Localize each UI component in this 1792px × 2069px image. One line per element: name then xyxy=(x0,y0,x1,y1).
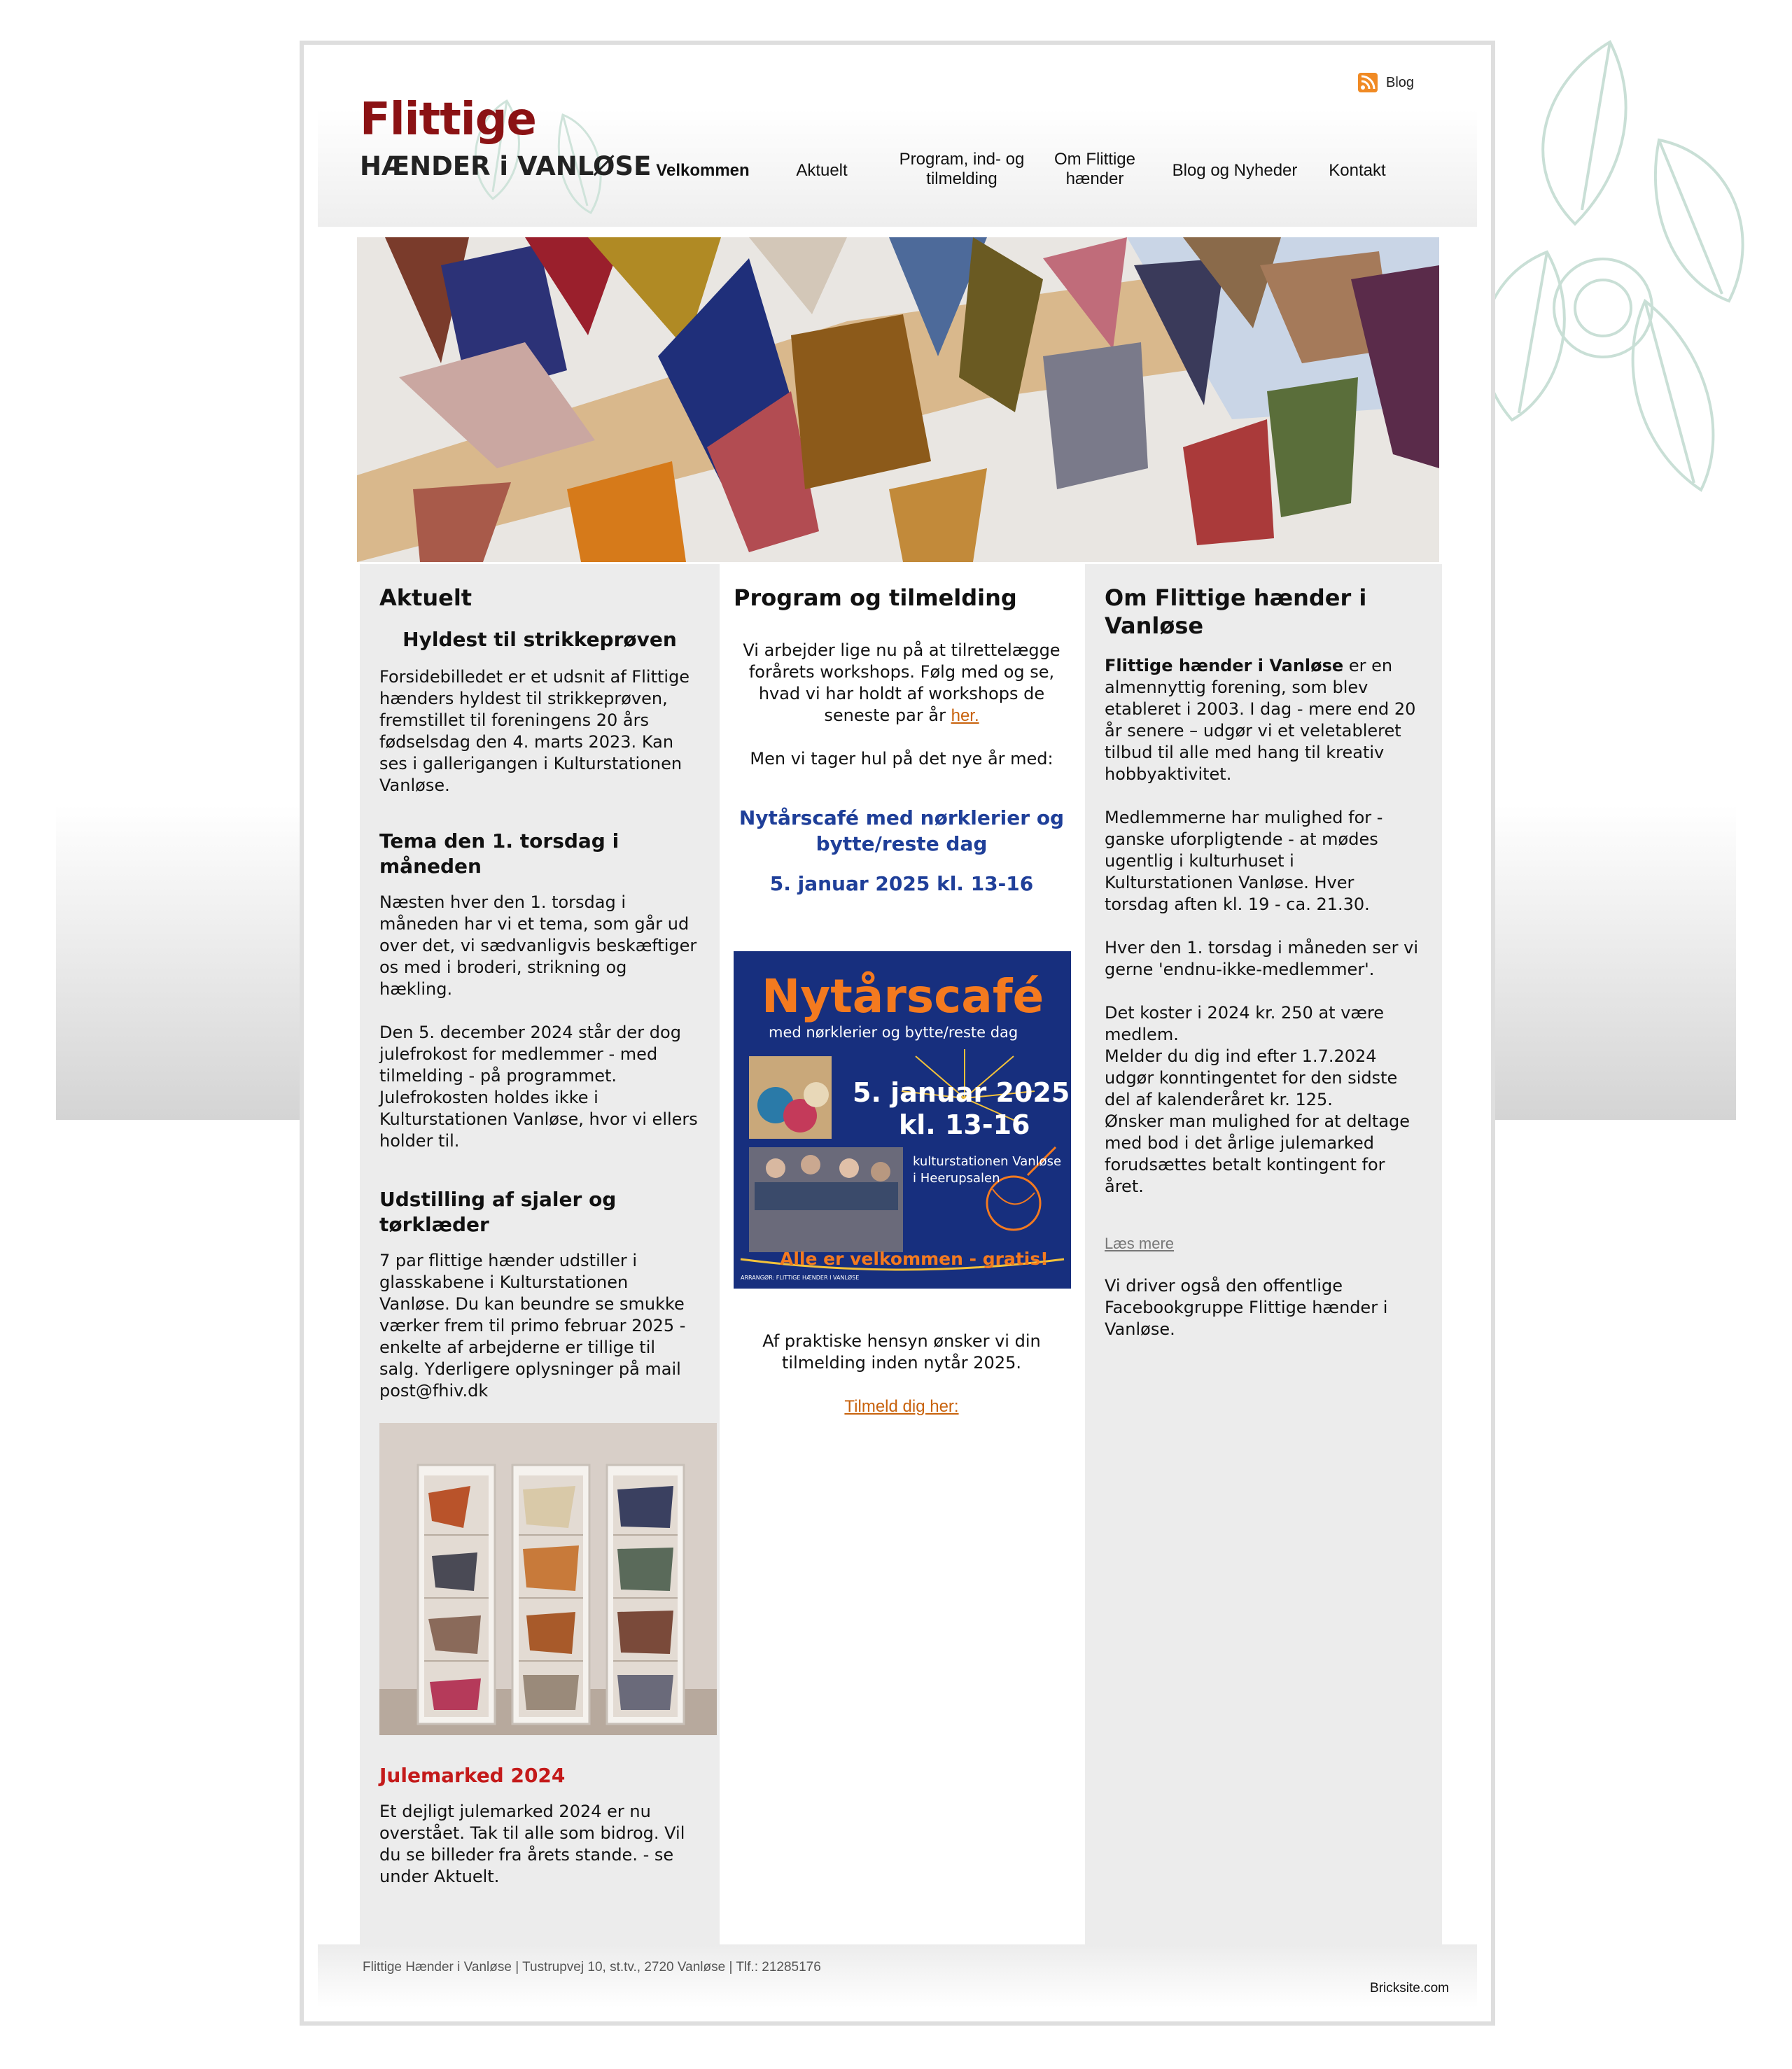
om-text-4: Det koster i 2024 kr. 250 at være medlem… xyxy=(1105,1003,1385,1044)
tema-text-1: Næsten hver den 1. torsdag i måneden har… xyxy=(379,892,697,999)
column-om: Om Flittige hænder i Vanløse Flittige hæ… xyxy=(1085,564,1442,1971)
poster-date-1: 5. januar 2025 xyxy=(853,1077,1070,1108)
page-frame: Flittige HÆNDER i VANLØSE Blog Velkommen… xyxy=(300,41,1495,2026)
header: Flittige HÆNDER i VANLØSE Blog Velkommen… xyxy=(318,59,1477,227)
nav-item-om[interactable]: Om Flittige hænder xyxy=(1046,150,1144,189)
tema-title: Tema den 1. torsdag i måneden xyxy=(379,829,620,878)
read-more-link[interactable]: Læs mere xyxy=(1105,1235,1174,1252)
om-text-6: Ønsker man mulighed for at deltage med b… xyxy=(1105,1111,1410,1196)
logo-subtitle[interactable]: HÆNDER i VANLØSE xyxy=(360,151,651,181)
blog-link-label[interactable]: Blog xyxy=(1386,75,1414,91)
julemarked-title: Julemarked 2024 xyxy=(379,1764,566,1787)
main-nav: Velkommen Aktuelt Program, ind- og tilme… xyxy=(654,143,1424,206)
om-text-1: Flittige hænder i Vanløse er en almennyt… xyxy=(1105,655,1422,785)
column-program: Program og tilmelding Vi arbejder lige n… xyxy=(724,564,1079,1971)
poster-place-1: kulturstationen Vanløse xyxy=(913,1154,1062,1169)
page-inner: Flittige HÆNDER i VANLØSE Blog Velkommen… xyxy=(318,59,1477,2007)
rss-icon xyxy=(1358,73,1378,92)
om-text-7: Vi driver også den offentlige Facebookgr… xyxy=(1105,1276,1388,1339)
program-text-2: Men vi tager hul på det nye år med: xyxy=(750,749,1054,769)
tema-text-2: Den 5. december 2024 står der dog julefr… xyxy=(379,1023,698,1151)
hero-image xyxy=(357,237,1439,562)
udstilling-text: 7 par flittige hænder udstiller i glassk… xyxy=(379,1251,686,1401)
aktuelt-title: Aktuelt xyxy=(379,584,472,611)
om-text-3: Hver den 1. torsdag i måneden ser vi ger… xyxy=(1105,938,1418,979)
nav-item-blog[interactable]: Blog og Nyheder xyxy=(1165,161,1305,181)
hyldest-title: Hyldest til strikkeprøven xyxy=(402,628,677,651)
udstilling-title: Udstilling af sjaler og tørklæder xyxy=(379,1188,617,1236)
poster-date-2: kl. 13-16 xyxy=(899,1109,1030,1140)
event-title: Nytårscafé med nørklerier og bytte/reste… xyxy=(738,806,1065,855)
om-title: Om Flittige hænder i Vanløse xyxy=(1105,584,1367,639)
program-title: Program og tilmelding xyxy=(734,584,1017,611)
om-text-2: Medlemmerne har mulighed for - ganske uf… xyxy=(1105,808,1383,914)
footer: Flittige Hænder i Vanløse | Tustrupvej 1… xyxy=(318,1944,1477,2007)
poster-welcome: Alle er velkommen - gratis! xyxy=(780,1249,1049,1269)
nav-item-program[interactable]: Program, ind- og tilmelding xyxy=(892,150,1032,189)
event-date: 5. januar 2025 kl. 13-16 xyxy=(769,872,1034,895)
signup-link[interactable]: Tilmeld dig her: xyxy=(844,1397,958,1416)
event-poster: Nytårscafé med nørklerier og bytte/reste… xyxy=(734,951,1071,1289)
hyldest-text: Forsidebilledet er et udsnit af Flittige… xyxy=(379,667,690,795)
her-link[interactable]: her. xyxy=(951,706,979,725)
nav-item-kontakt[interactable]: Kontakt xyxy=(1319,161,1396,181)
logo-title[interactable]: Flittige xyxy=(360,94,537,146)
julemarked-text: Et dejligt julemarked 2024 er nu overstå… xyxy=(379,1802,685,1886)
om-text-5: Melder du dig ind efter 1.7.2024 udgør k… xyxy=(1105,1046,1398,1109)
poster-arranger: ARRANGØR: FLITTIGE HÆNDER I VANLØSE xyxy=(741,1275,860,1281)
nav-item-aktuelt[interactable]: Aktuelt xyxy=(780,161,864,181)
footer-brand-link[interactable]: Bricksite.com xyxy=(1370,1981,1449,1996)
program-text-3: Af praktiske hensyn ønsker vi din tilmel… xyxy=(762,1331,1041,1373)
exhibition-photo xyxy=(379,1423,717,1735)
program-text-1-main: Vi arbejder lige nu på at tilrettelægge … xyxy=(743,640,1060,725)
om-text-1-bold: Flittige hænder i Vanløse xyxy=(1105,656,1344,675)
nav-item-velkommen[interactable]: Velkommen xyxy=(654,161,752,181)
poster-place-2: i Heerupsalen xyxy=(913,1171,1000,1186)
column-aktuelt: Aktuelt Hyldest til strikkeprøven Forsid… xyxy=(360,564,720,1971)
footer-address: Flittige Hænder i Vanløse | Tustrupvej 1… xyxy=(363,1960,821,1975)
program-text-1: Vi arbejder lige nu på at tilrettelægge … xyxy=(734,640,1070,727)
blog-link[interactable]: Blog xyxy=(1358,73,1414,92)
